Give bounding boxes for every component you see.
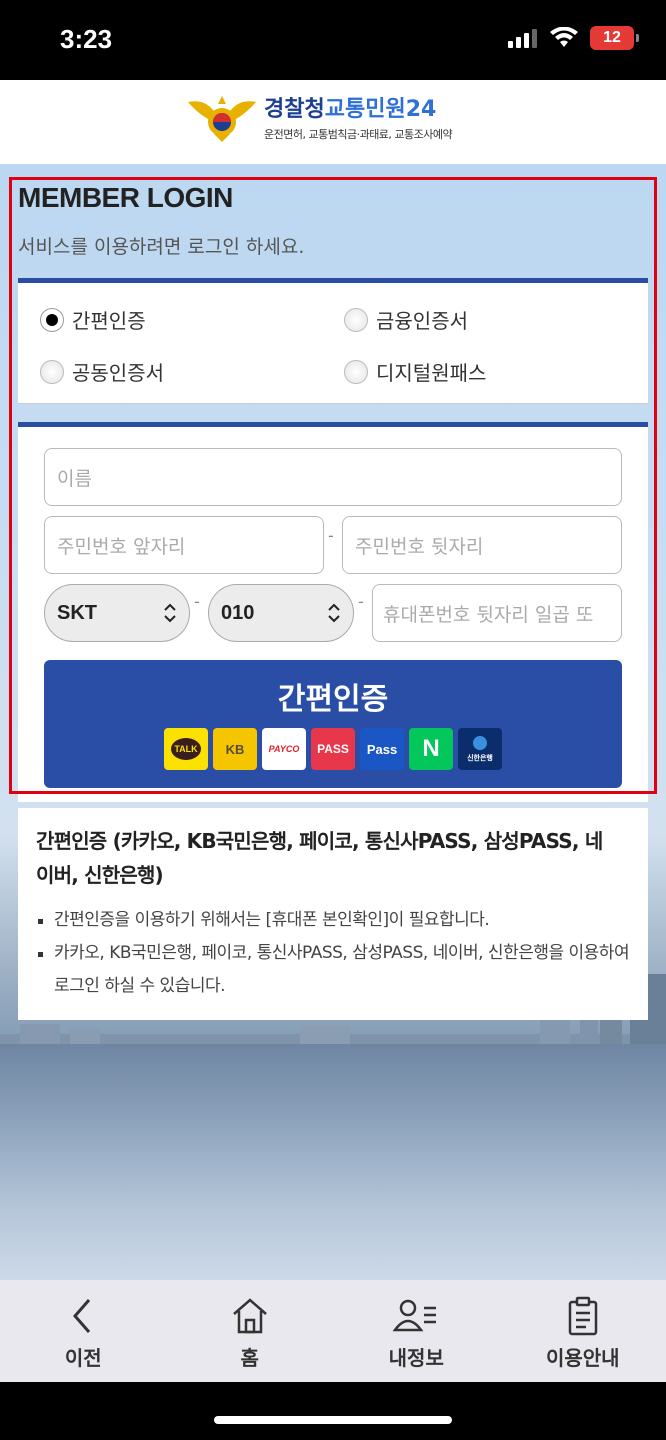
auth-provider-list: TALK KB PAYCO PASS Pass N 신한은행: [164, 728, 502, 770]
police-emblem-icon: [188, 96, 256, 142]
auth-option-label: 공동인증서: [72, 361, 164, 385]
info-list: 간편인증을 이용하기 위해서는 [휴대폰 본인확인]이 필요합니다. 카카오, …: [36, 904, 636, 1003]
status-icons: 12: [508, 26, 639, 50]
login-subtitle: 서비스를 이용하려면 로그인 하세요.: [18, 236, 305, 258]
radio-joint-cert[interactable]: [40, 359, 64, 384]
nav-home[interactable]: 홈: [167, 1280, 334, 1382]
status-time: 3:23: [60, 24, 113, 54]
nav-back[interactable]: 이전: [0, 1280, 167, 1382]
nav-home-label: 홈: [240, 1346, 259, 1370]
shinhan-bank-icon: 신한은행: [458, 728, 502, 770]
phone-dash-2: -: [358, 592, 364, 611]
my-info-icon: [392, 1299, 437, 1332]
payco-icon: PAYCO: [262, 728, 306, 770]
radio-simple-auth[interactable]: [40, 307, 64, 332]
samsung-pass-icon: Pass: [360, 728, 404, 770]
nav-guide[interactable]: 이용안내: [500, 1280, 666, 1382]
phone-prefix-select[interactable]: 010: [208, 584, 354, 642]
home-icon: [232, 1298, 267, 1334]
auth-option-financial[interactable]: 금융인증서: [344, 305, 468, 334]
guide-clipboard-icon: [568, 1296, 597, 1336]
home-indicator[interactable]: [214, 1416, 452, 1424]
kb-bank-icon: KB: [213, 728, 257, 770]
info-list-item: 간편인증을 이용하기 위해서는 [휴대폰 본인확인]이 필요합니다.: [36, 904, 636, 937]
signal-icon: [508, 29, 537, 48]
shinhan-logo-mark: [473, 735, 487, 750]
site-logo[interactable]: 경찰청교통민원24 운전면허, 교통범칙금·과태료, 교통조사예약: [186, 94, 453, 144]
carrier-value: SKT: [57, 601, 97, 624]
simple-auth-button[interactable]: 간편인증 TALK KB PAYCO PASS Pass N 신한은행: [44, 660, 622, 788]
river-water: [0, 1044, 666, 1280]
naver-icon: N: [409, 728, 453, 770]
status-bar: 3:23 12: [0, 0, 666, 80]
logo-subtitle: 운전면허, 교통범칙금·과태료, 교통조사예약: [264, 128, 453, 141]
logo-text: 경찰청교통민원24 운전면허, 교통범칙금·과태료, 교통조사예약: [264, 96, 453, 142]
login-title: MEMBER LOGIN: [18, 182, 233, 213]
auth-option-simple[interactable]: 간편인증: [40, 305, 146, 334]
site-header: 경찰청교통민원24 운전면허, 교통범칙금·과태료, 교통조사예약: [0, 80, 666, 164]
rrn-front-input[interactable]: 주민번호 앞자리: [44, 516, 324, 574]
shinhan-bank-text: 신한은행: [467, 754, 493, 762]
kakao-talk-text: TALK: [171, 738, 201, 760]
radio-financial-cert[interactable]: [344, 307, 368, 332]
auth-option-label: 금융인증서: [376, 309, 468, 333]
nav-guide-label: 이용안내: [545, 1346, 620, 1370]
carrier-select[interactable]: SKT: [44, 584, 190, 642]
nav-back-label: 이전: [64, 1346, 102, 1370]
wifi-icon: [550, 27, 578, 47]
phone-prefix-value: 010: [221, 601, 255, 624]
chevron-updown-icon: [164, 603, 176, 623]
phone-number-input[interactable]: 휴대폰번호 뒷자리 일곱 또: [372, 584, 622, 642]
rrn-back-input[interactable]: 주민번호 뒷자리: [342, 516, 622, 574]
chevron-updown-icon: [328, 603, 340, 623]
auth-option-label: 간편인증: [72, 309, 146, 333]
info-list-item: 카카오, KB국민은행, 페이코, 통신사PASS, 삼성PASS, 네이버, …: [36, 937, 636, 1003]
logo-title: 경찰청교통민원24: [264, 96, 452, 124]
simple-auth-button-label: 간편인증: [277, 682, 389, 717]
bottom-nav: 이전 홈 내정보 이용안내: [0, 1280, 666, 1382]
auth-method-selector: 간편인증 금융인증서 공동인증서 디지털원패스: [18, 278, 648, 404]
logo-title-agency: 경찰청: [264, 97, 325, 122]
back-arrow-icon: [73, 1299, 91, 1333]
rrn-dash: -: [328, 526, 334, 545]
phone-dash-1: -: [194, 592, 200, 611]
auth-option-joint[interactable]: 공동인증서: [40, 357, 164, 386]
auth-option-label: 디지털원패스: [376, 361, 487, 385]
info-box: 간편인증 (카카오, KB국민은행, 페이코, 통신사PASS, 삼성PASS,…: [18, 808, 648, 1020]
name-input[interactable]: 이름: [44, 448, 622, 506]
auth-option-digital-onepass[interactable]: 디지털원패스: [344, 357, 486, 386]
radio-digital-onepass[interactable]: [344, 359, 368, 384]
info-title: 간편인증 (카카오, KB국민은행, 페이코, 통신사PASS, 삼성PASS,…: [36, 829, 603, 887]
logo-title-service: 교통민원24: [324, 97, 437, 122]
battery-indicator: 12: [590, 26, 639, 50]
pass-icon: PASS: [311, 728, 355, 770]
kakao-talk-icon: TALK: [164, 728, 208, 770]
nav-my-info[interactable]: 내정보: [333, 1280, 500, 1382]
nav-my-info-label: 내정보: [388, 1346, 444, 1370]
home-indicator-area: [0, 1382, 666, 1440]
